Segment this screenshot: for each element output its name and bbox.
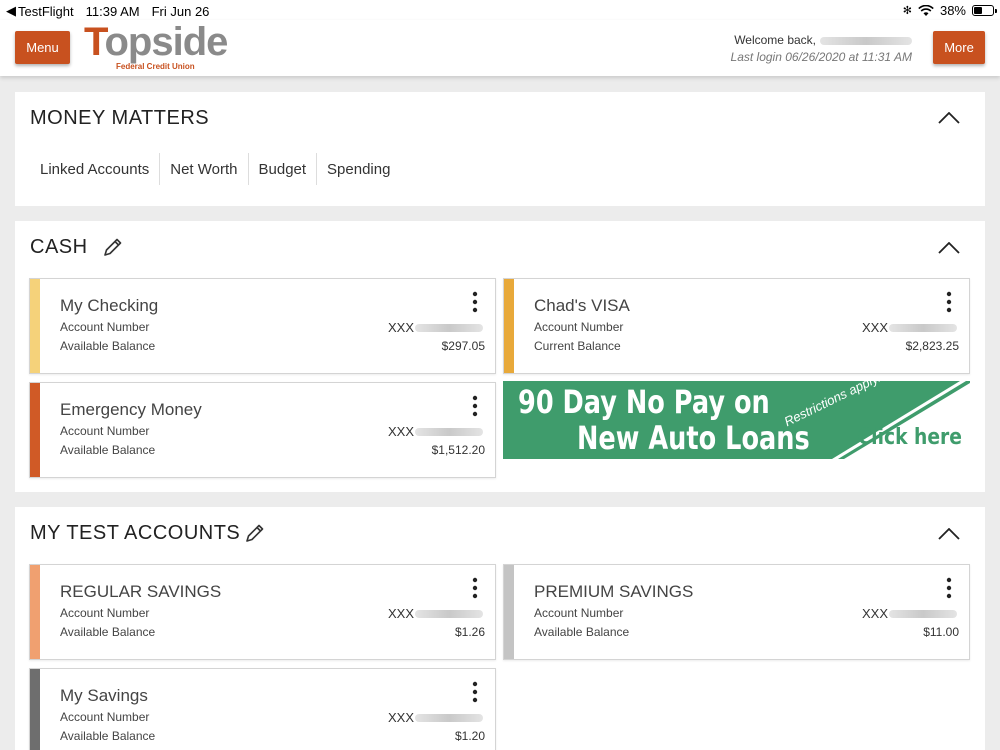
- account-color-bar: [30, 279, 40, 373]
- redacted-username: [820, 36, 912, 45]
- collapse-chevron-up-icon[interactable]: [938, 528, 960, 540]
- edit-pencil-icon[interactable]: [244, 522, 266, 544]
- money-matters-title: MONEY MATTERS: [30, 107, 210, 129]
- account-color-bar: [30, 383, 40, 477]
- account-name: My Checking: [60, 296, 159, 315]
- account-card-regular-savings[interactable]: REGULAR SAVINGS Account Number Available…: [29, 564, 496, 660]
- balance-value: $297.05: [441, 339, 485, 353]
- account-number: XXX: [388, 320, 483, 335]
- logo-wordmark: Topside: [84, 20, 228, 64]
- wifi-icon: [918, 4, 934, 16]
- status-bar: ◀ TestFlight 11:39 AM Fri Jun 26 ✻ 38%: [0, 0, 1000, 20]
- redacted-account-number: [415, 323, 483, 332]
- balance-value: $2,823.25: [905, 339, 959, 353]
- more-button[interactable]: More: [933, 31, 985, 64]
- account-number: XXX: [388, 424, 483, 439]
- account-color-bar: [504, 565, 514, 659]
- account-number: XXX: [862, 320, 957, 335]
- balance-label: Available Balance: [60, 729, 156, 743]
- balance-label: Available Balance: [60, 443, 156, 457]
- logo-subtitle: Federal Credit Union: [116, 62, 195, 71]
- welcome-text: Welcome back,: [734, 33, 816, 47]
- welcome-block: Welcome back, Last login 06/26/2020 at 1…: [731, 33, 912, 64]
- balance-value: $1,512.20: [431, 443, 485, 457]
- balance-value: $1.26: [454, 625, 485, 639]
- account-number-label: Account Number: [534, 606, 624, 620]
- collapse-chevron-up-icon[interactable]: [938, 242, 960, 254]
- status-time: 11:39 AM: [85, 3, 140, 19]
- account-number: XXX: [862, 606, 957, 621]
- account-number-label: Account Number: [60, 320, 150, 334]
- activity-icon: ✻: [902, 5, 912, 17]
- cash-title: CASH: [30, 236, 88, 258]
- account-card-chads-visa[interactable]: Chad's VISA Account Number Current Balan…: [503, 278, 970, 374]
- account-name: Emergency Money: [60, 400, 202, 419]
- account-number-label: Account Number: [60, 606, 150, 620]
- money-matters-tabs: Linked Accounts Net Worth Budget Spendin…: [30, 153, 400, 185]
- account-name: My Savings: [60, 686, 148, 705]
- balance-label: Available Balance: [534, 625, 630, 639]
- more-vertical-icon[interactable]: [469, 395, 481, 417]
- battery-percent: 38%: [939, 3, 966, 18]
- collapse-chevron-up-icon[interactable]: [938, 112, 960, 124]
- promo-line-1: 90 Day No Pay on: [518, 383, 770, 421]
- account-color-bar: [504, 279, 514, 373]
- battery-fill: [974, 7, 982, 14]
- menu-button[interactable]: Menu: [15, 31, 70, 64]
- app-header: Menu Topside Federal Credit Union Welcom…: [0, 20, 1000, 76]
- account-name: Chad's VISA: [534, 296, 630, 315]
- back-arrow-icon: ◀: [6, 3, 16, 18]
- balance-value: $1.20: [454, 729, 485, 743]
- tab-spending[interactable]: Spending: [316, 153, 400, 185]
- promo-click-here[interactable]: Click here: [858, 425, 962, 450]
- status-date: Fri Jun 26: [151, 3, 210, 19]
- account-color-bar: [30, 565, 40, 659]
- balance-label: Current Balance: [534, 339, 621, 353]
- redacted-account-number: [415, 713, 483, 722]
- back-to-app[interactable]: ◀ TestFlight: [6, 3, 74, 19]
- redacted-account-number: [889, 609, 957, 618]
- account-number: XXX: [388, 606, 483, 621]
- account-number-label: Account Number: [534, 320, 624, 334]
- redacted-account-number: [415, 427, 483, 436]
- redacted-account-number: [889, 323, 957, 332]
- tab-budget[interactable]: Budget: [247, 153, 317, 185]
- account-card-my-checking[interactable]: My Checking Account Number Available Bal…: [29, 278, 496, 374]
- redacted-account-number: [415, 609, 483, 618]
- account-card-my-savings[interactable]: My Savings Account Number Available Bala…: [29, 668, 496, 750]
- account-number-label: Account Number: [60, 710, 150, 724]
- balance-label: Available Balance: [60, 625, 156, 639]
- more-vertical-icon[interactable]: [943, 577, 955, 599]
- auto-loan-promo-banner[interactable]: 90 Day No Pay on New Auto Loans Restrict…: [503, 381, 970, 459]
- balance-label: Available Balance: [60, 339, 156, 353]
- account-name: REGULAR SAVINGS: [60, 582, 222, 601]
- balance-value: $11.00: [923, 625, 959, 639]
- battery-icon: [972, 5, 997, 16]
- account-card-premium-savings[interactable]: PREMIUM SAVINGS Account Number Available…: [503, 564, 970, 660]
- account-card-emergency-money[interactable]: Emergency Money Account Number Available…: [29, 382, 496, 478]
- test-accounts-title: MY TEST ACCOUNTS: [30, 522, 241, 544]
- edit-pencil-icon[interactable]: [102, 236, 124, 258]
- topside-logo[interactable]: Topside Federal Credit Union: [84, 20, 229, 76]
- back-app-label: TestFlight: [18, 3, 74, 19]
- account-name: PREMIUM SAVINGS: [534, 582, 694, 601]
- test-accounts-panel: MY TEST ACCOUNTS REGULAR SAVINGS Account…: [15, 507, 985, 750]
- account-number-label: Account Number: [60, 424, 150, 438]
- money-matters-panel: MONEY MATTERS Linked Accounts Net Worth …: [15, 92, 985, 206]
- more-vertical-icon[interactable]: [469, 577, 481, 599]
- last-login: Last login 06/26/2020 at 11:31 AM: [730, 50, 912, 64]
- account-number: XXX: [388, 710, 483, 725]
- account-color-bar: [30, 669, 40, 750]
- more-vertical-icon[interactable]: [469, 291, 481, 313]
- more-vertical-icon[interactable]: [943, 291, 955, 313]
- cash-panel: CASH My Checking Account Number Availabl…: [15, 221, 985, 492]
- tab-linked-accounts[interactable]: Linked Accounts: [30, 153, 159, 185]
- more-vertical-icon[interactable]: [469, 681, 481, 703]
- tab-net-worth[interactable]: Net Worth: [159, 153, 247, 185]
